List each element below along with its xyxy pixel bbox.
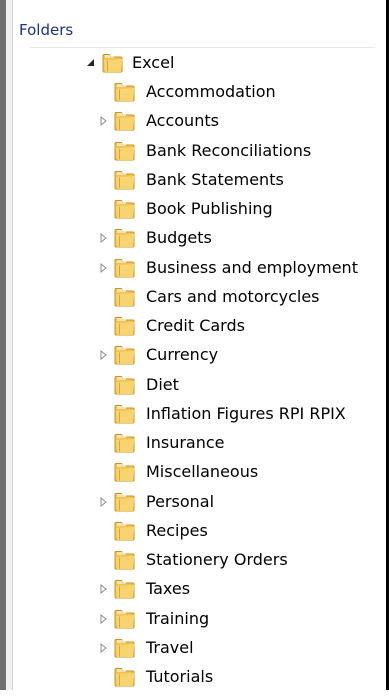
folder-icon: [114, 315, 136, 336]
expand-arrow-icon[interactable]: [100, 340, 112, 369]
folder-icon: [114, 198, 136, 219]
folder-label: Taxes: [146, 579, 191, 598]
expand-arrow-icon[interactable]: [100, 574, 112, 603]
folder-label: Accommodation: [146, 82, 276, 101]
folder-icon: [114, 491, 136, 512]
folder-icon: [114, 110, 136, 131]
folder-icon: [114, 374, 136, 395]
folder-label: Cars and motorcycles: [146, 287, 320, 306]
expand-arrow-icon[interactable]: [100, 487, 112, 516]
folder-label: Stationery Orders: [146, 550, 288, 569]
folder-icon: [114, 461, 136, 482]
expand-arrow-icon[interactable]: [100, 223, 112, 252]
folder-icon: [114, 578, 136, 599]
folder-label: Currency: [146, 345, 219, 364]
folder-label: Bank Reconciliations: [146, 141, 312, 160]
folder-icon: [114, 81, 136, 102]
folder-label: Insurance: [146, 433, 225, 452]
folder-icon: [114, 432, 136, 453]
folder-label: Inflation Figures RPI RPIX: [146, 404, 346, 423]
folder-icon: [114, 286, 136, 307]
folder-label: Miscellaneous: [146, 462, 259, 481]
folder-label: Accounts: [146, 111, 219, 130]
expand-arrow-icon[interactable]: [100, 604, 112, 633]
header-divider: [30, 47, 375, 48]
expand-arrow-icon[interactable]: [100, 253, 112, 282]
folder-label: Tutorials: [146, 667, 214, 686]
folder-label: Book Publishing: [146, 199, 273, 218]
folder-icon: [114, 608, 136, 629]
folder-icon: [114, 403, 136, 424]
folder-icon: [114, 520, 136, 541]
folder-label: Excel: [132, 53, 175, 72]
folder-label: Budgets: [146, 228, 212, 247]
folder-icon: [114, 344, 136, 365]
expand-arrow-icon[interactable]: [100, 106, 112, 135]
folder-label: Business and employment: [146, 258, 358, 277]
folder-label: Recipes: [146, 521, 208, 540]
folder-label: Credit Cards: [146, 316, 245, 335]
folder-icon: [102, 52, 124, 73]
folder-icon: [114, 169, 136, 190]
folder-label: Diet: [146, 375, 179, 394]
window-left-frame: [6, 0, 13, 690]
folder-icon: [114, 257, 136, 278]
folder-icon: [114, 227, 136, 248]
folder-icon: [114, 140, 136, 161]
folder-label: Personal: [146, 492, 215, 511]
folders-header: Folders: [19, 21, 74, 39]
collapse-arrow-icon[interactable]: [86, 48, 98, 77]
expand-arrow-icon[interactable]: [100, 633, 112, 662]
folder-icon: [114, 666, 136, 687]
folder-label: Travel: [146, 638, 194, 657]
folder-label: Bank Statements: [146, 170, 284, 189]
folder-icon: [114, 637, 136, 658]
folder-icon: [114, 549, 136, 570]
folder-label: Training: [146, 609, 210, 628]
